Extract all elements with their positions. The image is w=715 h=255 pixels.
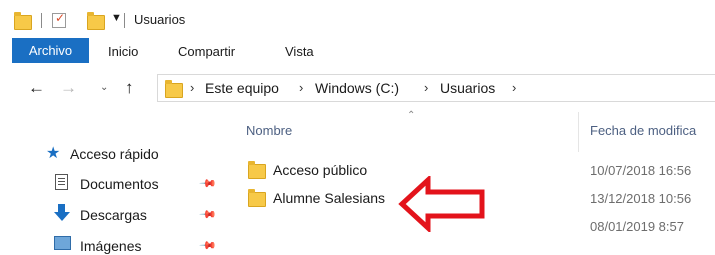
folder-icon [248,189,266,207]
column-divider[interactable] [578,112,579,152]
chevron-right-icon[interactable]: › [424,80,428,95]
red-arrow-annotation [398,176,485,232]
pin-icon[interactable]: 📌 [198,236,217,255]
chevron-right-icon[interactable]: › [512,80,516,95]
new-folder-icon[interactable] [87,12,105,30]
tab-archivo[interactable]: Archivo [12,38,89,63]
sidebar-item-imagenes[interactable]: Imágenes [80,238,141,254]
chevron-right-icon[interactable]: › [299,80,303,95]
properties-checkbox-icon[interactable]: ✓ [52,11,66,28]
quick-access-dropdown-icon[interactable]: ▼ [111,12,122,24]
separator [41,13,42,28]
folder-icon [14,12,32,30]
file-name: Acceso público [273,162,368,178]
folder-icon [165,80,183,98]
chevron-right-icon[interactable]: › [190,80,194,95]
download-arrow-icon [54,204,70,222]
breadcrumb-este-equipo[interactable]: Este equipo [205,80,279,96]
pin-icon[interactable]: 📌 [198,174,217,193]
title-bar: ✓ ▼ Usuarios [0,0,715,36]
separator [124,13,125,28]
recent-locations-icon[interactable]: ⌄ [100,82,108,93]
file-date: 13/12/2018 10:56 [590,191,692,206]
column-header-nombre[interactable]: Nombre [246,123,292,138]
tab-vista[interactable]: Vista [285,44,314,59]
file-date: 08/01/2019 8:57 [590,219,684,234]
file-name: Alumne Salesians [273,190,386,206]
sidebar-item-acceso-rapido[interactable]: Acceso rápido [70,146,159,162]
sidebar-item-documentos[interactable]: Documentos [80,176,159,192]
tab-compartir[interactable]: Compartir [178,44,235,59]
pin-icon[interactable]: 📌 [198,205,217,224]
forward-icon[interactable]: → [60,78,77,98]
breadcrumb-usuarios[interactable]: Usuarios [440,80,495,96]
window-title: Usuarios [134,12,186,27]
tab-inicio[interactable]: Inicio [108,44,138,59]
up-icon[interactable]: ↑ [125,78,134,98]
star-icon: ★ [46,145,61,162]
pictures-icon [54,236,71,250]
column-header-fecha[interactable]: Fecha de modifica [590,123,696,138]
file-date: 10/07/2018 16:56 [590,163,692,178]
sort-ascending-icon: ⌃ [407,110,416,121]
documents-icon [55,174,68,190]
folder-icon [248,161,266,179]
back-icon[interactable]: ← [28,78,45,98]
sidebar-item-descargas[interactable]: Descargas [80,207,147,223]
breadcrumb-windows-c[interactable]: Windows (C:) [315,80,399,96]
